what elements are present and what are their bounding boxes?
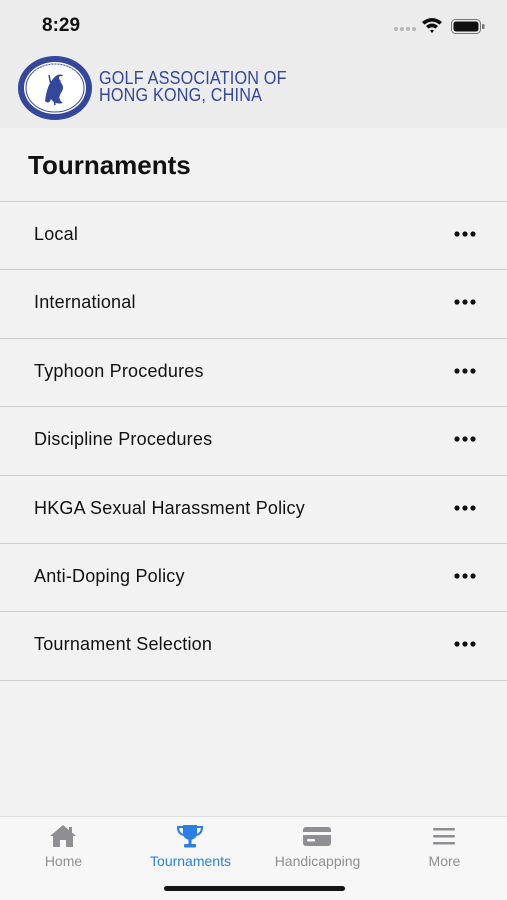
menu-item-discipline-procedures[interactable]: Discipline Procedures — [0, 407, 507, 476]
association-name: GOLF ASSOCIATION OF HONG KONG, CHINA — [99, 69, 287, 105]
menu-item-tournament-selection[interactable]: Tournament Selection — [0, 612, 507, 681]
more-dots-icon[interactable] — [453, 230, 477, 238]
menu-item-label: Local — [34, 224, 79, 244]
menu-item-label: International — [34, 292, 136, 313]
menu-item-label: Discipline Procedures — [34, 429, 213, 450]
menu-item-label: Typhoon Procedures — [34, 360, 204, 381]
home-indicator[interactable] — [164, 886, 345, 891]
menu-item-harassment-policy[interactable]: HKGA Sexual Harassment Policy — [0, 475, 507, 544]
menu-item-label: Anti-Doping Policy — [34, 565, 185, 586]
menu-item-label: HKGA Sexual Harassment Policy — [34, 497, 305, 518]
menu-item-typhoon-procedures[interactable]: Typhoon Procedures — [0, 338, 507, 408]
battery-icon — [451, 19, 485, 34]
tab-home[interactable]: Home — [0, 817, 127, 877]
tab-label: Handicapping — [274, 853, 361, 869]
menu-item-international[interactable]: International — [0, 270, 507, 339]
menu-item-label: Tournament Selection — [34, 634, 213, 655]
more-dots-icon[interactable] — [453, 367, 477, 375]
menu-item-local[interactable]: Local — [0, 202, 507, 271]
tab-label: More — [428, 853, 461, 869]
hamburger-icon — [433, 828, 455, 845]
status-bar: 8:29 — [0, 0, 507, 50]
tab-label: Home — [44, 853, 83, 869]
trophy-icon — [176, 825, 204, 848]
more-dots-icon[interactable] — [453, 572, 477, 580]
app-header: GOLF ASSOCIATION OF HONG KONG, CHINA — [0, 50, 507, 128]
association-name-line2: HONG KONG, CHINA — [99, 85, 263, 105]
tab-more[interactable]: More — [381, 817, 507, 877]
wifi-icon — [422, 18, 442, 33]
page-title-bar: Tournaments — [0, 128, 507, 201]
card-icon — [303, 827, 331, 846]
more-dots-icon[interactable] — [453, 640, 477, 648]
more-dots-icon[interactable] — [453, 435, 477, 443]
page-title: Tournaments — [28, 150, 191, 180]
tab-label: Tournaments — [150, 853, 231, 869]
cellular-signal-icon — [394, 27, 416, 31]
house-icon — [50, 825, 76, 847]
tournaments-menu-list: Local International Typhoon Procedures D… — [0, 201, 507, 681]
more-dots-icon[interactable] — [453, 298, 477, 306]
hkga-seal-logo — [18, 56, 92, 120]
status-time: 8:29 — [42, 15, 81, 36]
more-dots-icon[interactable] — [453, 504, 477, 512]
tab-handicapping[interactable]: Handicapping — [254, 817, 381, 877]
menu-item-anti-doping-policy[interactable]: Anti-Doping Policy — [0, 543, 507, 613]
tab-tournaments[interactable]: Tournaments — [127, 817, 254, 877]
